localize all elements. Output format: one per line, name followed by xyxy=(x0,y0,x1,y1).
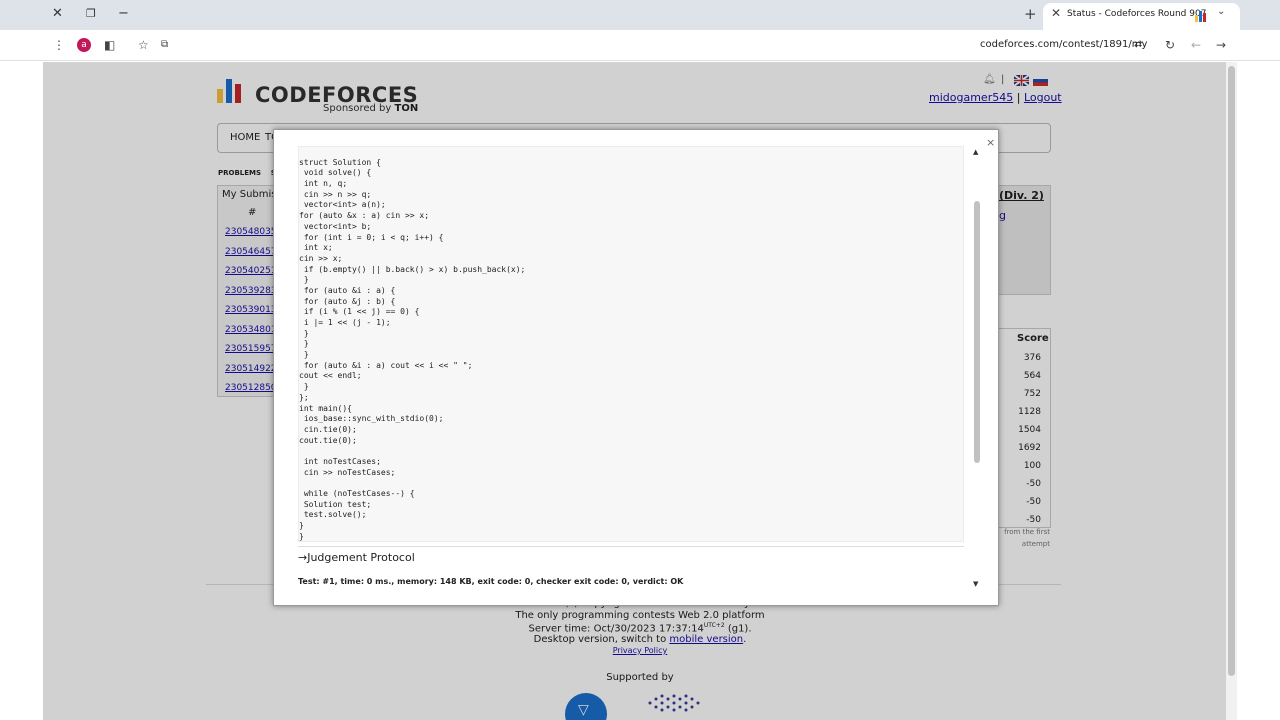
code-line: vector<int> b; xyxy=(299,221,372,231)
tab-strip: ✕ ❐ − + ✕ Status - Codeforces Round 907 … xyxy=(0,0,1280,30)
scroll-down-icon[interactable]: ▼ xyxy=(973,580,978,588)
code-line: if (i % (1 << j) == 0) { xyxy=(299,307,420,317)
active-tab[interactable]: ✕ Status - Codeforces Round 907 xyxy=(1043,3,1240,30)
close-dialog-icon[interactable]: × xyxy=(986,136,995,149)
profile-avatar[interactable]: a xyxy=(77,38,91,52)
forward-icon[interactable]: ← xyxy=(1191,37,1201,53)
code-line: int x; xyxy=(299,243,333,253)
code-line: for (auto &i : a) { xyxy=(299,285,396,295)
code-line: vector<int> a(n); xyxy=(299,200,386,210)
code-line: test.solve(); xyxy=(299,510,367,520)
close-tab-icon[interactable]: ✕ xyxy=(1051,6,1061,20)
right-margin xyxy=(1237,62,1280,720)
code-line: } xyxy=(299,275,309,285)
code-line: }; xyxy=(299,392,309,402)
code-line: struct Solution { xyxy=(299,157,381,167)
page-scrollbar[interactable] xyxy=(1226,62,1237,720)
codeforces-favicon-icon xyxy=(1195,11,1206,22)
code-line: cin.tie(0); xyxy=(299,424,357,434)
code-line: int noTestCases; xyxy=(299,456,381,466)
code-line: cin >> n >> q; xyxy=(299,189,372,199)
code-line: for (auto &i : a) cout << i << " "; xyxy=(299,360,473,370)
code-line: void solve() { xyxy=(299,168,372,178)
scroll-up-icon[interactable]: ▲ xyxy=(973,148,978,156)
code-line: cin >> x; xyxy=(299,253,343,263)
test-result-line: Test: #1, time: 0 ms., memory: 148 KB, e… xyxy=(298,577,684,586)
submission-dialog: × struct Solution { void solve() { int n… xyxy=(273,129,999,606)
code-line: } xyxy=(299,531,304,541)
reload-icon[interactable]: ↻ xyxy=(1165,37,1175,53)
source-code-view[interactable]: struct Solution { void solve() { int n, … xyxy=(298,146,964,542)
tab-title: Status - Codeforces Round 907 xyxy=(1067,9,1207,19)
code-line: cin >> noTestCases; xyxy=(299,467,396,477)
code-line: int main(){ xyxy=(299,403,352,413)
code-line: } xyxy=(299,339,309,349)
menu-kebab-icon[interactable]: ⋮ xyxy=(53,37,65,53)
code-line: int n, q; xyxy=(299,179,348,189)
code-line: for (int i = 0; i < q; i++) { xyxy=(299,232,444,242)
minimize-icon[interactable]: − xyxy=(118,5,129,23)
code-line: for (auto &j : b) { xyxy=(299,296,396,306)
dialog-scrollbar-thumb[interactable] xyxy=(974,201,980,463)
code-line: } xyxy=(299,521,304,531)
side-panel-icon[interactable]: ◧ xyxy=(104,37,115,53)
back-icon[interactable]: → xyxy=(1216,37,1226,53)
code-line: cout << endl; xyxy=(299,371,362,381)
close-window-icon[interactable]: ✕ xyxy=(52,5,63,23)
bookmark-star-icon[interactable]: ☆ xyxy=(138,37,149,53)
dialog-scrollbar[interactable]: ▲ ▼ xyxy=(973,148,981,588)
code-line: i |= 1 << (j - 1); xyxy=(299,318,391,327)
judgement-protocol-header[interactable]: →Judgement Protocol xyxy=(298,551,415,564)
code-line: cout.tie(0); xyxy=(299,435,357,445)
url-field[interactable]: codeforces.com/contest/1891/my xyxy=(980,39,1147,50)
page-scrollbar-thumb[interactable] xyxy=(1228,66,1235,676)
code-line: Solution test; xyxy=(299,499,372,509)
tab-search-chevron-icon[interactable]: ⌄ xyxy=(1217,6,1225,17)
code-line: } xyxy=(299,350,309,360)
translate-icon[interactable]: ⧉ xyxy=(161,37,168,53)
code-line: while (noTestCases--) { xyxy=(299,489,415,498)
judgement-divider xyxy=(298,546,964,547)
code-line: } xyxy=(299,328,309,338)
code-line: if (b.empty() || b.back() > x) b.push_ba… xyxy=(299,264,526,274)
restore-icon[interactable]: ❐ xyxy=(86,5,96,23)
code-line: ios_base::sync_with_stdio(0); xyxy=(299,414,444,424)
left-margin xyxy=(0,62,43,720)
code-line: for (auto &x : a) cin >> x; xyxy=(299,211,430,221)
code-line: } xyxy=(299,382,309,392)
new-tab-button[interactable]: + xyxy=(1024,5,1037,23)
